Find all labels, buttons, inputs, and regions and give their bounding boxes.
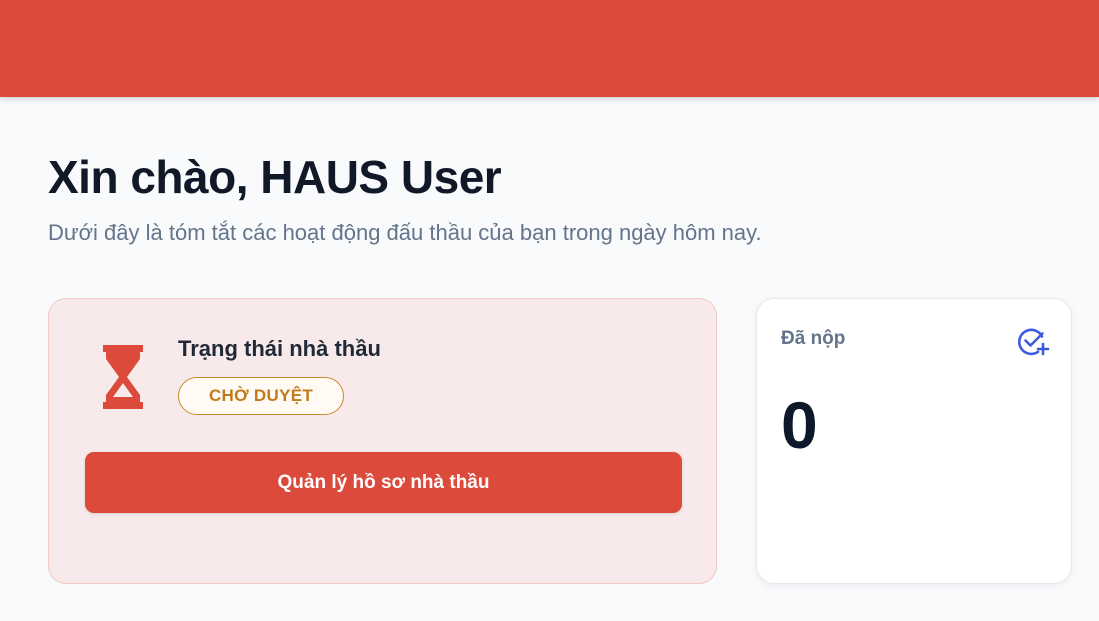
welcome-section: Xin chào, HAUS User Dưới đây là tóm tắt … [48, 150, 1078, 248]
manage-contractor-profile-button[interactable]: Quản lý hồ sơ nhà thầu [85, 452, 682, 513]
submitted-count: 0 [781, 388, 818, 462]
submitted-label: Đã nộp [781, 328, 846, 349]
top-header-bar [0, 0, 1099, 97]
status-badge: CHỜ DUYỆT [178, 377, 344, 415]
contractor-status-card: Trạng thái nhà thầu CHỜ DUYỆT Quản lý hồ… [48, 298, 717, 584]
page-subtitle: Dưới đây là tóm tắt các hoạt động đấu th… [48, 220, 762, 245]
hourglass-icon [103, 345, 143, 409]
page-title: Xin chào, HAUS User [48, 151, 502, 203]
check-circle-add-icon [1018, 328, 1050, 356]
contractor-status-title: Trạng thái nhà thầu [178, 336, 381, 361]
submitted-stat-card: Đã nộp 0 [756, 298, 1072, 584]
